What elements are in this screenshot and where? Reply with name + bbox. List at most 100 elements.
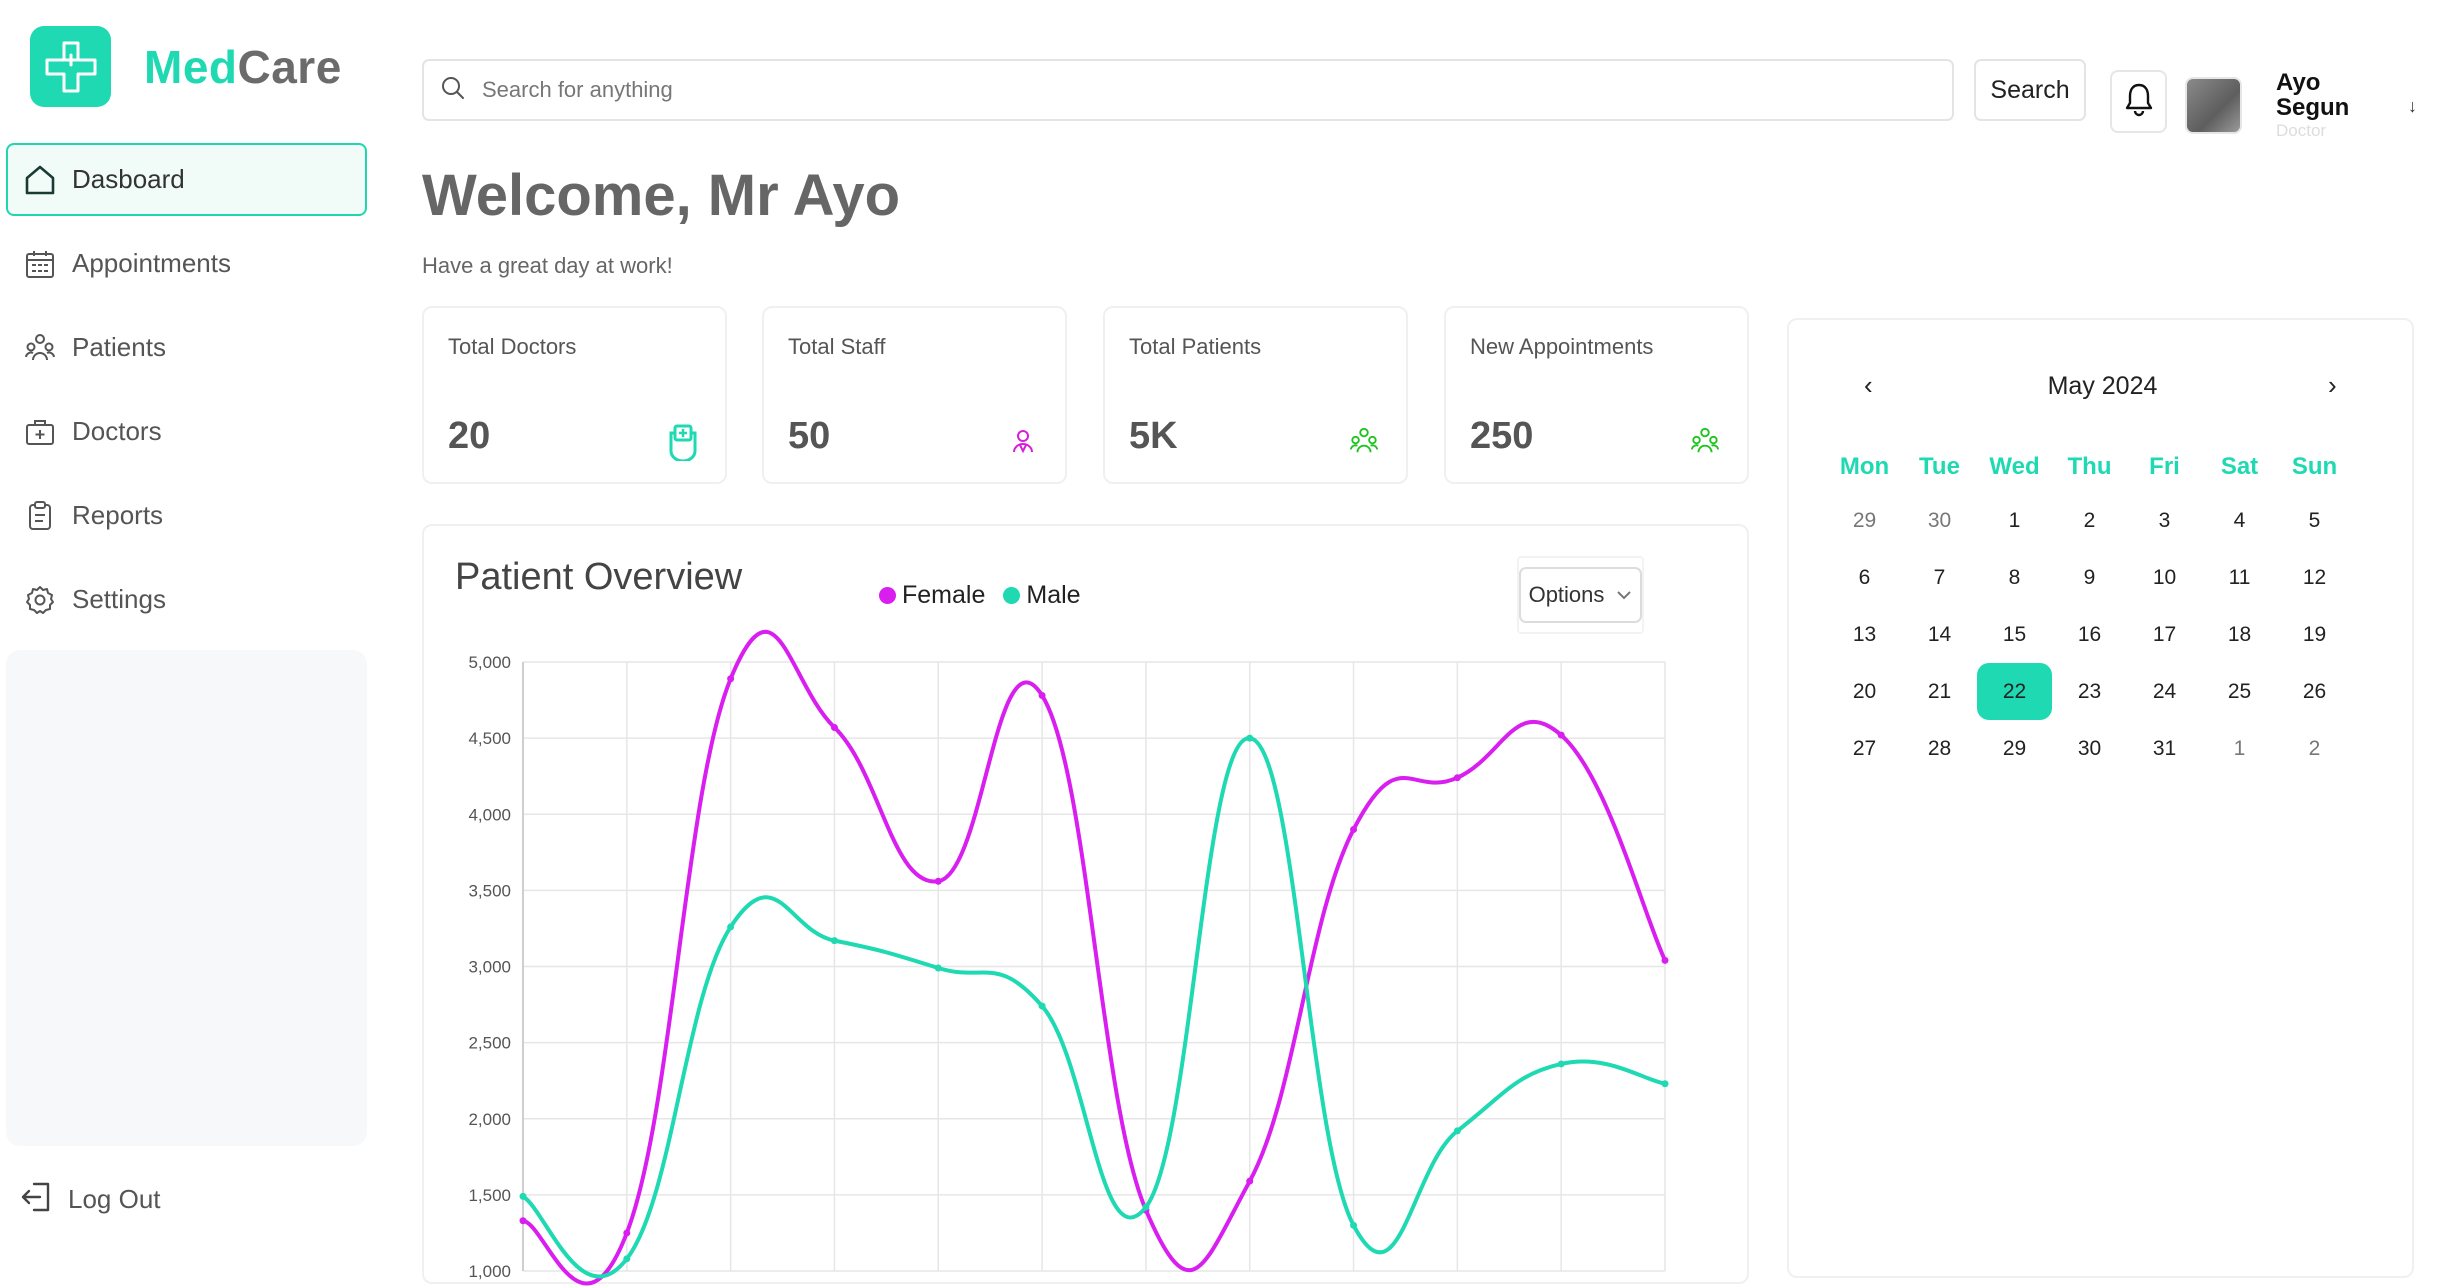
data-point-male[interactable] — [1038, 1002, 1046, 1010]
calendar-day[interactable]: 1 — [1977, 492, 2052, 549]
calendar-day[interactable]: 9 — [2052, 549, 2127, 606]
data-point-male[interactable] — [1557, 1060, 1565, 1068]
y-tick-label: 2,500 — [468, 1034, 511, 1053]
medical-bag-icon — [22, 414, 58, 450]
sidebar-item-doctors[interactable]: Doctors — [6, 395, 367, 468]
legend-item-male[interactable]: Male — [1003, 581, 1081, 610]
notification-button[interactable] — [2110, 70, 2167, 133]
options-dropdown[interactable]: Options — [1519, 567, 1642, 623]
data-point-female[interactable] — [1661, 956, 1669, 964]
calendar-day[interactable]: 18 — [2202, 606, 2277, 663]
calendar-day[interactable]: 25 — [2202, 663, 2277, 720]
calendar-day[interactable]: 16 — [2052, 606, 2127, 663]
chevron-down-icon[interactable]: ↓ — [2408, 96, 2417, 117]
calendar-weekday: Wed — [1989, 453, 2040, 480]
legend-label: Female — [902, 581, 986, 609]
data-point-male[interactable] — [1453, 1127, 1461, 1135]
calendar-day[interactable]: 12 — [2277, 549, 2352, 606]
user-first-name: Ayo — [2276, 69, 2321, 96]
calendar-weekday: Sun — [2291, 453, 2338, 480]
search-box — [422, 59, 1954, 121]
calendar-day[interactable]: 5 — [2277, 492, 2352, 549]
sidebar-nav: Dasboard Appointments Patients Doctors R… — [6, 143, 367, 647]
data-point-female[interactable] — [623, 1229, 631, 1237]
legend-item-female[interactable]: Female — [879, 581, 985, 610]
calendar-day[interactable]: 21 — [1902, 663, 1977, 720]
calendar-day[interactable]: 20 — [1827, 663, 1902, 720]
calendar-day[interactable]: 14 — [1902, 606, 1977, 663]
sidebar-item-reports[interactable]: Reports — [6, 479, 367, 552]
calendar-day[interactable]: 1 — [2202, 720, 2277, 777]
data-point-male[interactable] — [1142, 1203, 1150, 1211]
calendar-day[interactable]: 2 — [2277, 720, 2352, 777]
avatar[interactable] — [2185, 77, 2242, 134]
calendar-day[interactable]: 10 — [2127, 549, 2202, 606]
sidebar-item-settings[interactable]: Settings — [6, 563, 367, 636]
data-point-female[interactable] — [727, 675, 735, 683]
patients-icon — [22, 330, 58, 366]
calendar-day[interactable]: 24 — [2127, 663, 2202, 720]
y-tick-label: 3,000 — [468, 958, 511, 977]
sidebar-item-appointments[interactable]: Appointments — [6, 227, 367, 300]
data-point-male[interactable] — [830, 937, 838, 945]
user-name[interactable]: Ayo Segun — [2276, 70, 2366, 120]
calendar-day[interactable]: 29 — [1977, 720, 2052, 777]
data-point-male[interactable] — [727, 923, 735, 931]
app-name: MedCare — [144, 40, 342, 94]
data-point-male[interactable] — [934, 964, 942, 972]
data-point-female[interactable] — [934, 877, 942, 885]
stat-title: New Appointments — [1470, 334, 1654, 359]
data-point-female[interactable] — [830, 723, 838, 731]
data-point-male[interactable] — [623, 1255, 631, 1263]
search-button[interactable]: Search — [1974, 59, 2086, 121]
gear-icon — [22, 582, 58, 618]
calendar-day[interactable]: 30 — [1902, 492, 1977, 549]
calendar-day[interactable]: 15 — [1977, 606, 2052, 663]
calendar-day[interactable]: 13 — [1827, 606, 1902, 663]
stat-value: 50 — [788, 415, 831, 457]
calendar-day[interactable]: 2 — [2052, 492, 2127, 549]
data-point-male[interactable] — [519, 1192, 527, 1200]
legend-marker — [879, 587, 896, 604]
data-point-male[interactable] — [1661, 1080, 1669, 1088]
calendar-day[interactable]: 26 — [2277, 663, 2352, 720]
data-point-female[interactable] — [1038, 691, 1046, 699]
calendar-day[interactable]: 28 — [1902, 720, 1977, 777]
search-input[interactable] — [482, 77, 1882, 103]
calendar-icon — [22, 246, 58, 282]
bell-icon — [2122, 81, 2156, 122]
calendar-day[interactable]: 3 — [2127, 492, 2202, 549]
sidebar-item-dashboard[interactable]: Dasboard — [6, 143, 367, 216]
calendar-day[interactable]: 31 — [2127, 720, 2202, 777]
legend-marker — [1003, 587, 1021, 604]
sidebar-item-patients[interactable]: Patients — [6, 311, 367, 384]
search-icon — [440, 75, 466, 106]
data-point-female[interactable] — [1350, 825, 1358, 833]
stat-title: Total Staff — [788, 334, 886, 359]
calendar-day[interactable]: 23 — [2052, 663, 2127, 720]
calendar-day[interactable]: 11 — [2202, 549, 2277, 606]
data-point-female[interactable] — [519, 1217, 527, 1225]
calendar-day[interactable]: 6 — [1827, 549, 1902, 606]
calendar-day[interactable]: 8 — [1977, 549, 2052, 606]
data-point-female[interactable] — [1557, 731, 1565, 739]
calendar-day[interactable]: 17 — [2127, 606, 2202, 663]
calendar-day[interactable]: 7 — [1902, 549, 1977, 606]
calendar-day[interactable]: 4 — [2202, 492, 2277, 549]
data-point-female[interactable] — [1453, 774, 1461, 782]
calendar-next-button[interactable]: › — [2328, 370, 2337, 401]
logout-button[interactable]: Log Out — [20, 1180, 161, 1219]
logo[interactable]: MedCare — [30, 26, 342, 107]
logout-icon — [20, 1180, 54, 1219]
calendar-day[interactable]: 29 — [1827, 492, 1902, 549]
chart-legend: Female Male — [879, 581, 1099, 610]
calendar-day[interactable]: 30 — [2052, 720, 2127, 777]
data-point-male[interactable] — [1246, 734, 1254, 742]
calendar-day-selected[interactable]: 22 — [1977, 663, 2052, 720]
data-point-female[interactable] — [1246, 1177, 1254, 1185]
y-tick-label: 5,000 — [468, 653, 511, 672]
calendar-day[interactable]: 19 — [2277, 606, 2352, 663]
chart-title: Patient Overview — [455, 556, 743, 598]
data-point-male[interactable] — [1350, 1221, 1358, 1229]
calendar-day[interactable]: 27 — [1827, 720, 1902, 777]
